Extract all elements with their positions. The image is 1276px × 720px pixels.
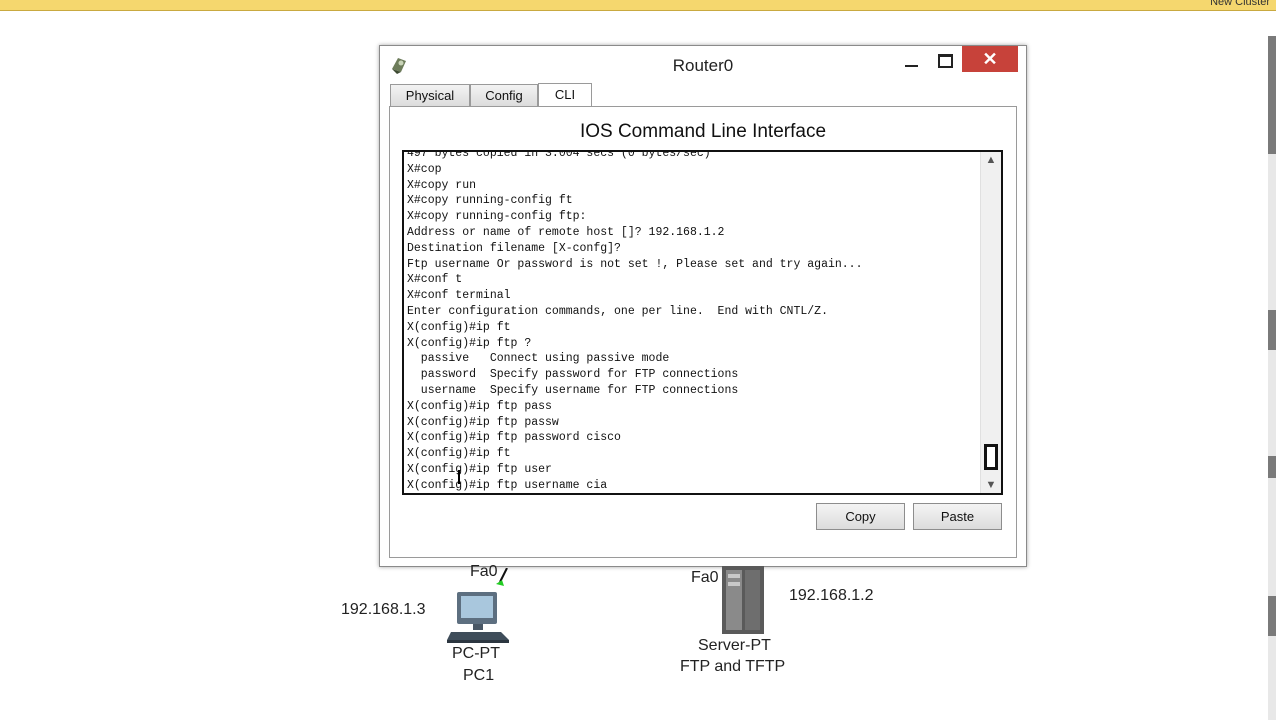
terminal-line: Enter configuration commands, one per li…: [407, 304, 828, 318]
terminal-line: X#copy running-config ft: [407, 194, 573, 208]
server-type-label: Server-PT: [698, 637, 771, 654]
terminal-line: Address or name of remote host []? 192.1…: [407, 225, 725, 239]
edge-segment: [1268, 310, 1276, 350]
terminal-line: X#conf terminal: [407, 289, 511, 303]
server-name-label: FTP and TFTP: [680, 658, 786, 675]
pc-ip-label: 192.168.1.3: [341, 601, 426, 618]
terminal-line: X#cop: [407, 162, 442, 176]
terminal-line: X(config)#ip ftp password cisco: [407, 431, 621, 445]
terminal-line: passive Connect using passive mode: [407, 352, 670, 366]
close-icon: ✕: [982, 49, 998, 69]
terminal-line: X#conf t: [407, 273, 463, 287]
terminal-line: username Specify username for FTP connec…: [407, 383, 739, 397]
minimize-button[interactable]: [900, 50, 924, 74]
server-port-label: Fa0: [691, 569, 719, 586]
cli-panel: IOS Command Line Interface 497 bytes cop…: [389, 106, 1017, 558]
tab-cli[interactable]: CLI: [538, 83, 592, 107]
top-strip: New Cluster: [0, 0, 1276, 11]
edge-segment: [1268, 456, 1276, 478]
server-icon[interactable]: [718, 566, 768, 634]
terminal-line: 497 bytes copied in 3.004 secs (0 bytes/…: [407, 150, 711, 160]
cli-heading: IOS Command Line Interface: [579, 121, 827, 142]
tab-config[interactable]: Config: [470, 84, 538, 106]
terminal-line: X(config)#ip ftp username cia: [407, 478, 608, 492]
terminal-scrollbar[interactable]: ▲ ▼: [980, 152, 1001, 493]
terminal-line: X(config)#ip ftp ?: [407, 336, 532, 350]
pc-port-label: Fa0: [470, 563, 498, 580]
terminal-line: X#copy run: [407, 178, 477, 192]
tab-physical[interactable]: Physical: [390, 84, 470, 106]
terminal-line: X(config)#ip ft: [407, 320, 511, 334]
workspace-edge-scrollbar[interactable]: [1268, 36, 1276, 720]
terminal-output[interactable]: 497 bytes copied in 3.004 secs (0 bytes/…: [407, 150, 979, 493]
terminal-line: Ftp username Or password is not set !, P…: [407, 257, 863, 271]
text-cursor-icon: [458, 470, 460, 484]
pc-icon[interactable]: [447, 588, 511, 644]
scroll-up-icon[interactable]: ▲: [981, 152, 1001, 168]
server-ip-label: 192.168.1.2: [789, 587, 874, 604]
terminal-line: X(config)#ip ftp user: [407, 462, 552, 476]
close-button[interactable]: ✕: [962, 46, 1018, 72]
edge-segment: [1268, 596, 1276, 636]
window-title: Router0: [672, 56, 734, 75]
router-window[interactable]: Router0 ✕ Physical Config CLI IOS Comman…: [379, 45, 1027, 567]
terminal-line: X#copy running-config ftp:: [407, 210, 587, 224]
maximize-button[interactable]: [933, 50, 957, 74]
link-light-icon: [496, 568, 508, 586]
pc-type-label: PC-PT: [452, 645, 500, 662]
scroll-thumb[interactable]: [984, 444, 998, 470]
paste-button[interactable]: Paste: [913, 503, 1002, 530]
top-strip-label: New Cluster: [1210, 0, 1270, 8]
pc-name-label: PC1: [463, 667, 495, 684]
terminal-line: Destination filename [X-confg]?: [407, 241, 621, 255]
edge-segment: [1268, 36, 1276, 154]
terminal-line: X(config)#ip ftp pass: [407, 399, 552, 413]
terminal-line: password Specify password for FTP connec…: [407, 368, 739, 382]
scroll-down-icon[interactable]: ▼: [981, 477, 1001, 493]
terminal-line: X(config)#ip ftp passw: [407, 415, 559, 429]
title-bar[interactable]: Router0 ✕: [380, 46, 1026, 84]
terminal-line: X(config)#ip ft: [407, 447, 511, 461]
terminal-console[interactable]: 497 bytes copied in 3.004 secs (0 bytes/…: [402, 150, 1003, 495]
copy-button[interactable]: Copy: [816, 503, 905, 530]
